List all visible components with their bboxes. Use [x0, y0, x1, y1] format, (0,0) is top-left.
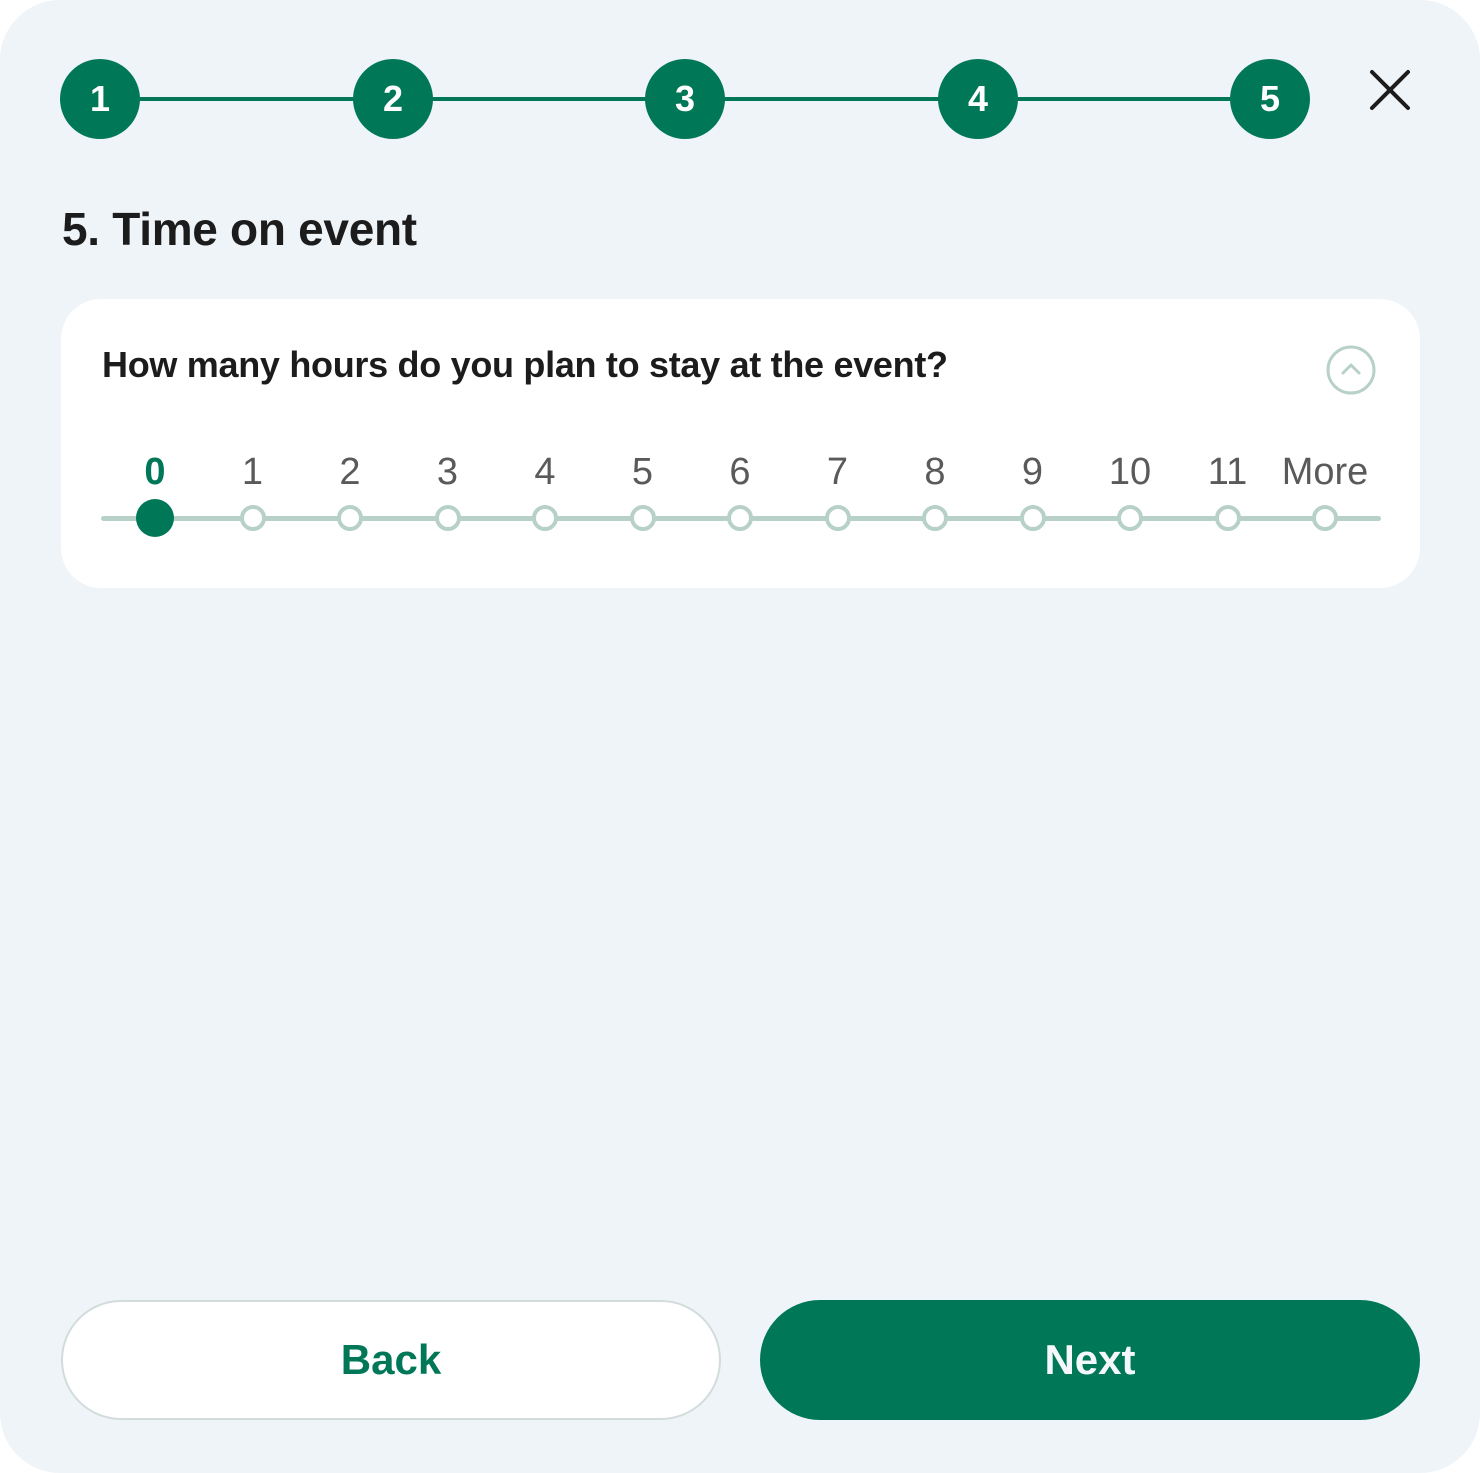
slider-option-dot[interactable]: [532, 505, 558, 531]
slider-thumb[interactable]: [136, 499, 174, 537]
slider-option-dot[interactable]: [337, 505, 363, 531]
back-button[interactable]: Back: [61, 1300, 721, 1420]
step-3-label: 3: [674, 78, 696, 119]
slider-option-dot[interactable]: [824, 505, 851, 531]
slider-option-label: 4: [534, 451, 556, 493]
step-1[interactable]: 1: [60, 59, 140, 139]
slider-option-dot[interactable]: [434, 505, 461, 531]
slider-option-label: 7: [826, 451, 849, 493]
slider-option-10[interactable]: 10: [1080, 449, 1180, 531]
step-4-label: 4: [967, 78, 989, 119]
step-2[interactable]: 2: [353, 59, 433, 139]
next-button-label: Next: [1044, 1336, 1136, 1383]
question-card: How many hours do you plan to stay at th…: [61, 299, 1420, 588]
step-2-label: 2: [382, 78, 404, 119]
hours-slider[interactable]: 0 1 2 3 4 5 6 7 8 9 10 11 More: [101, 449, 1381, 549]
slider-option-dot[interactable]: [629, 505, 656, 531]
slider-option-6[interactable]: 6: [690, 449, 790, 531]
slider-option-7[interactable]: 7: [788, 449, 888, 531]
slider-option-dot[interactable]: [922, 505, 948, 531]
slider-option-dot[interactable]: [1117, 505, 1143, 531]
slider-option-dot[interactable]: [727, 505, 753, 531]
slider-option-1[interactable]: 1: [203, 449, 303, 531]
slider-option-5[interactable]: 5: [593, 449, 693, 531]
close-icon: [1370, 70, 1410, 110]
question-text: How many hours do you plan to stay at th…: [102, 344, 948, 385]
slider-option-11[interactable]: 11: [1178, 449, 1278, 531]
slider-option-dot[interactable]: [1312, 505, 1338, 531]
slider-option-label: 5: [631, 451, 654, 493]
slider-option-dot[interactable]: [239, 505, 266, 531]
step-4[interactable]: 4: [938, 59, 1018, 139]
slider-option-4[interactable]: 4: [495, 449, 595, 531]
slider-option-9[interactable]: 9: [983, 449, 1083, 531]
slider-option-label: 8: [924, 451, 946, 493]
slider-option-dot[interactable]: [1019, 505, 1046, 531]
slider-option-label: 1: [241, 451, 264, 493]
slider-option-8[interactable]: 8: [885, 449, 985, 531]
slider-option-label: 2: [339, 451, 361, 493]
progress-stepper: 1 2 3 4 5: [60, 59, 1311, 139]
next-button[interactable]: Next: [760, 1300, 1420, 1420]
slider-option-label: 11: [1207, 451, 1248, 493]
slider-option-label: 3: [436, 451, 459, 493]
slider-option-3[interactable]: 3: [398, 449, 498, 531]
step-5-label: 5: [1259, 78, 1281, 119]
slider-option-label: 0: [144, 451, 166, 493]
slider-option-0[interactable]: 0: [105, 449, 205, 537]
slider-option-2[interactable]: 2: [300, 449, 400, 531]
slider-option-dot[interactable]: [1214, 505, 1241, 531]
slider-option-label: 9: [1021, 451, 1044, 493]
survey-dialog: 1 2 3 4 5 5. Time on event How many hour…: [0, 0, 1480, 1473]
slider-option-label: 10: [1108, 451, 1152, 493]
slider-option-label: 6: [729, 451, 751, 493]
collapse-button[interactable]: [1325, 344, 1377, 396]
step-5[interactable]: 5: [1230, 59, 1310, 139]
slider-option-label: More: [1281, 451, 1369, 493]
chevron-up-circle-icon: [1326, 345, 1376, 395]
back-button-label: Back: [340, 1336, 442, 1383]
slider-option-more[interactable]: More: [1275, 449, 1375, 531]
step-1-label: 1: [89, 78, 111, 119]
close-button[interactable]: [1362, 62, 1418, 118]
page-title: 5. Time on event: [62, 203, 417, 255]
step-3[interactable]: 3: [645, 59, 725, 139]
